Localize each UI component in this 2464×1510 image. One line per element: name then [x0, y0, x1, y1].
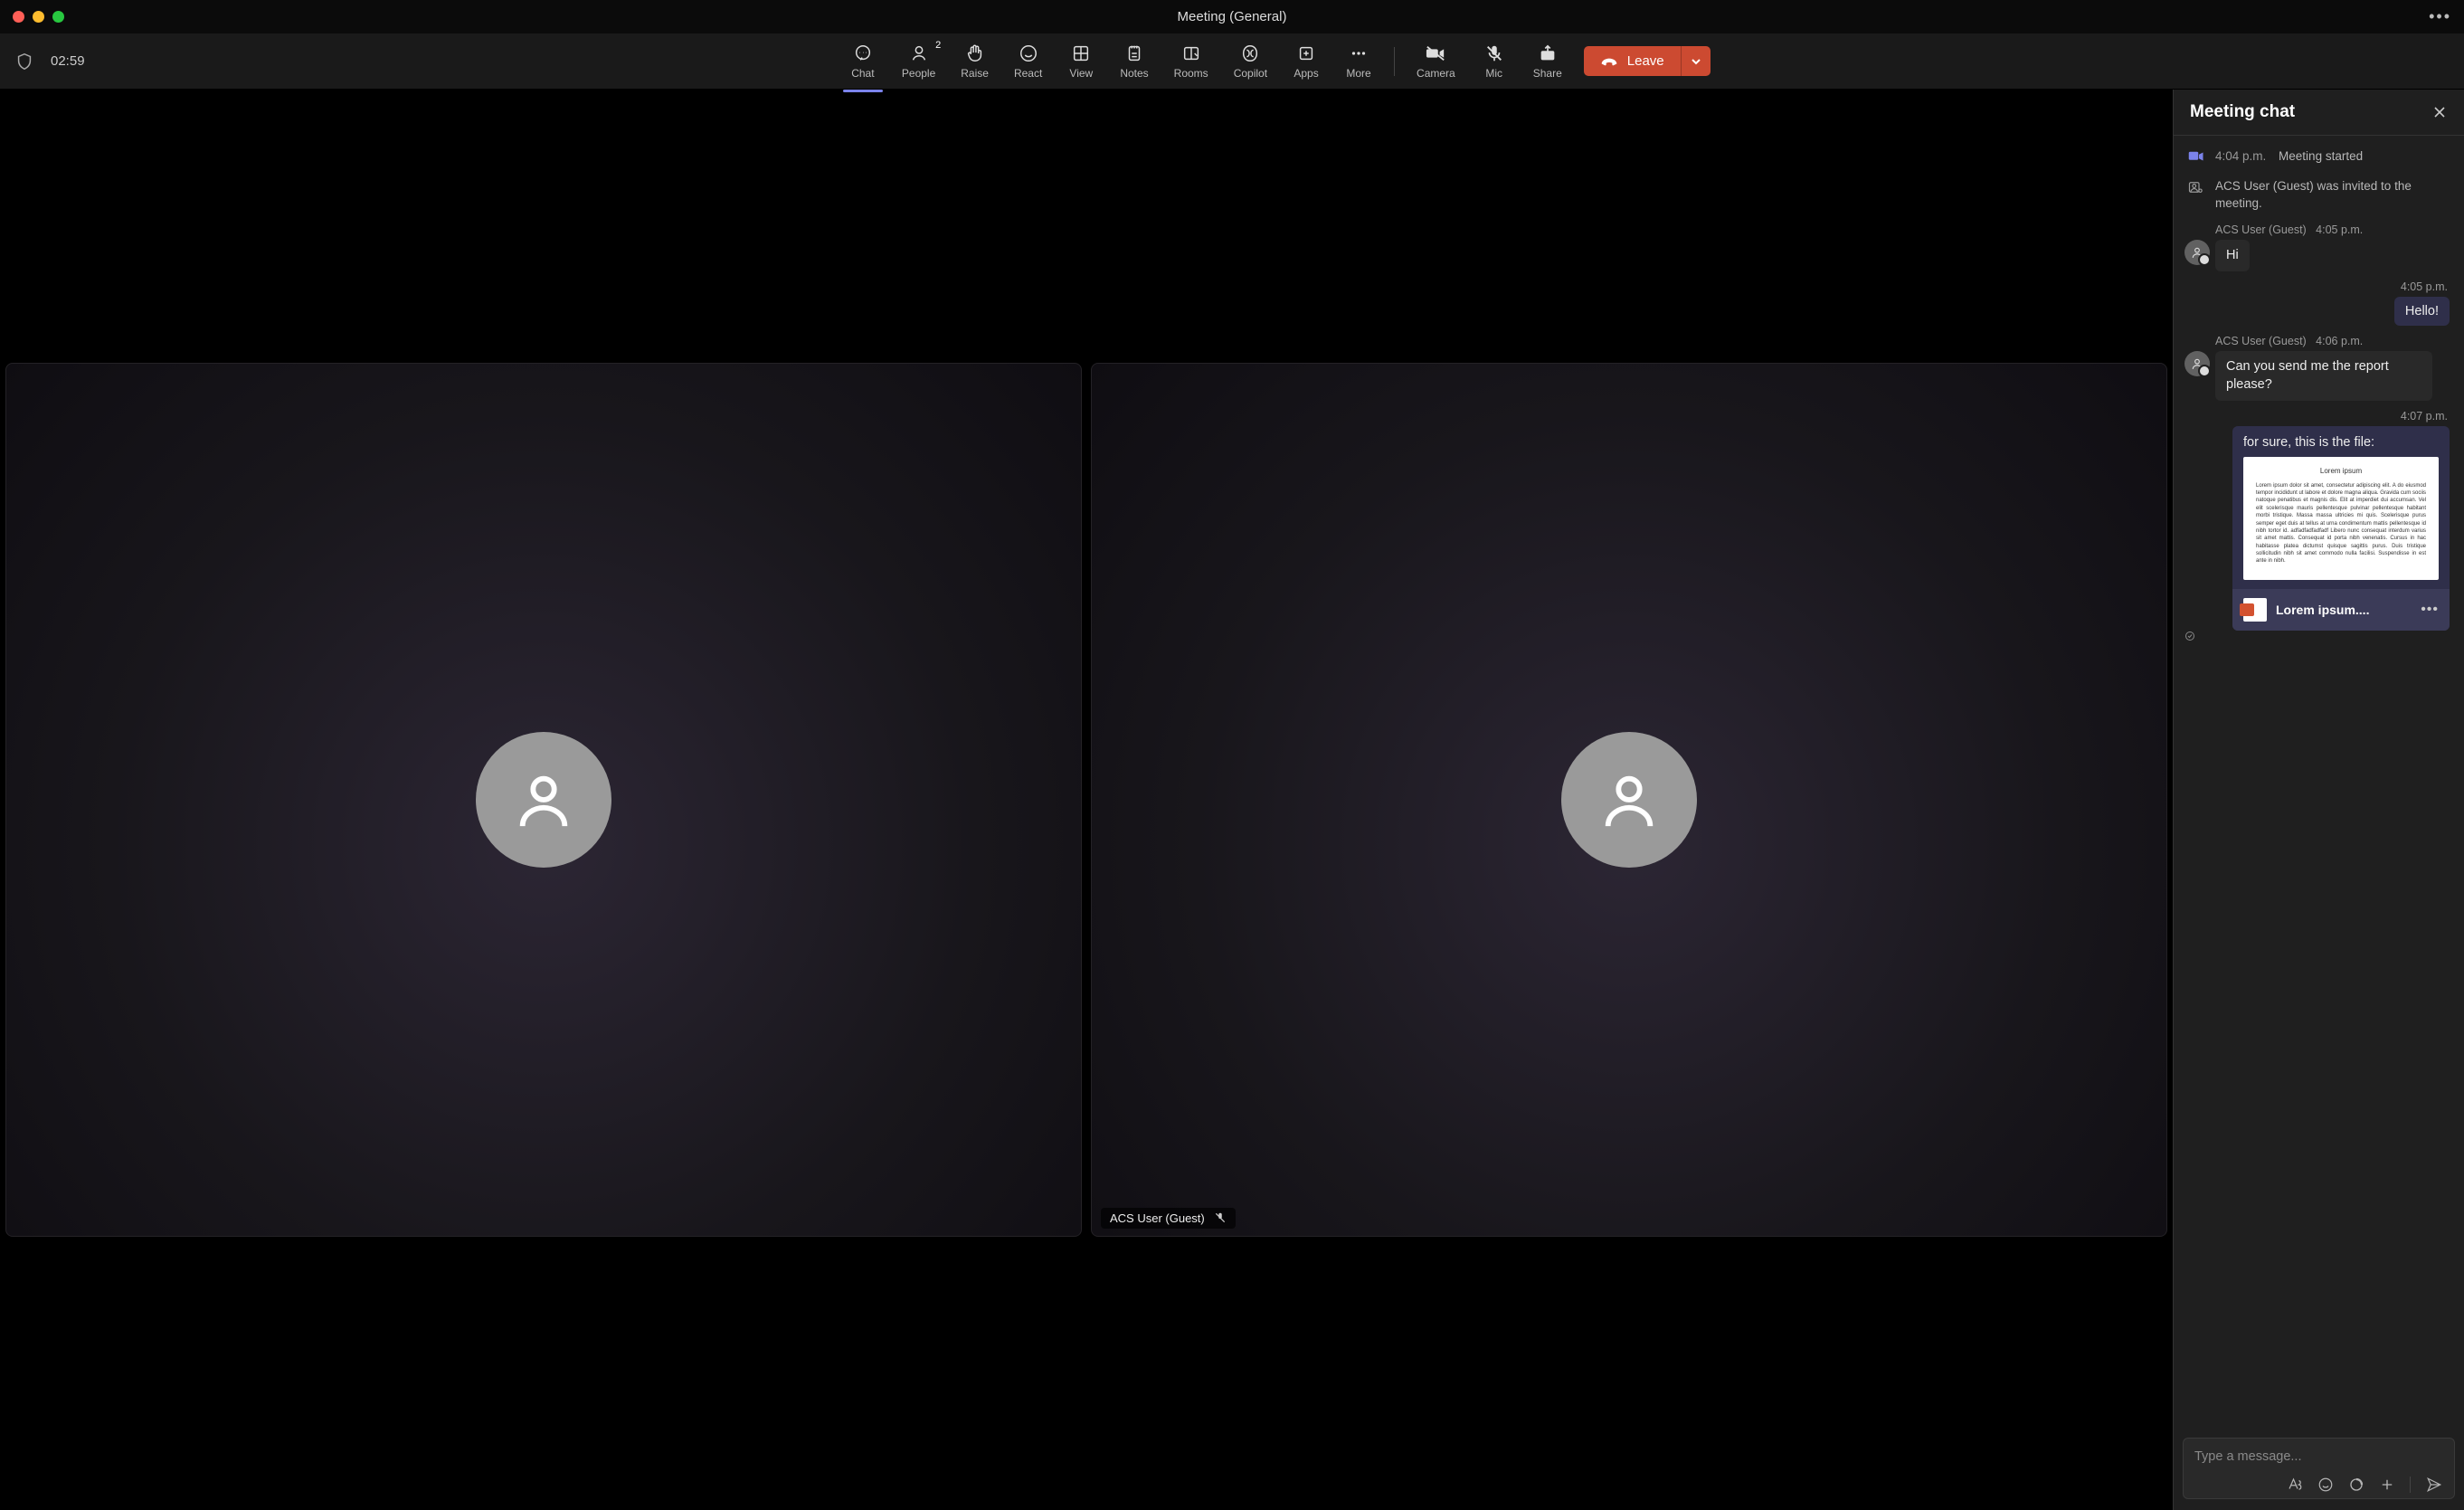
read-receipt-icon: [2184, 631, 2453, 641]
camera-off-icon: [1425, 43, 1446, 63]
window-close-button[interactable]: [13, 11, 24, 23]
chat-message-self: 4:07 p.m. for sure, this is the file: Lo…: [2181, 410, 2457, 641]
raise-hand-icon: [965, 43, 985, 63]
chat-panel: Meeting chat 4:04 p.m. Meeting started: [2173, 90, 2464, 1510]
people-count: 2: [935, 40, 941, 51]
format-button[interactable]: [2287, 1477, 2303, 1493]
avatar-icon: [476, 732, 611, 868]
attach-button[interactable]: [2379, 1477, 2395, 1493]
chat-message-self: 4:05 p.m. Hello!: [2181, 280, 2457, 326]
raise-button[interactable]: Raise: [948, 40, 1001, 83]
participant-tile-self[interactable]: [5, 363, 1082, 1237]
chat-message: ACS User (Guest) 4:06 p.m. Can you send …: [2181, 335, 2457, 401]
message-bubble[interactable]: Hello!: [2394, 297, 2450, 326]
message-input[interactable]: [2194, 1448, 2443, 1477]
participant-name: ACS User (Guest): [1110, 1211, 1205, 1225]
people-button[interactable]: 2 People: [889, 40, 948, 83]
camera-button[interactable]: Camera: [1404, 40, 1468, 83]
file-preview: Lorem ipsum Lorem ipsum dolor sit amet, …: [2243, 457, 2439, 579]
rooms-button[interactable]: Rooms: [1161, 40, 1221, 83]
mic-muted-icon: [1214, 1211, 1227, 1224]
leave-options-button[interactable]: [1681, 46, 1711, 76]
toolbar: 02:59 Chat 2 People Raise: [0, 33, 2464, 90]
participant-tile-guest[interactable]: ACS User (Guest): [1091, 363, 2167, 1237]
message-list[interactable]: 4:04 p.m. Meeting started ACS User (Gues…: [2174, 136, 2464, 1430]
avatar-icon: [2184, 351, 2210, 376]
apps-button[interactable]: Apps: [1280, 40, 1332, 83]
toolbar-separator: [1394, 47, 1395, 76]
system-message: 4:04 p.m. Meeting started: [2181, 147, 2457, 167]
people-icon: [909, 43, 929, 63]
panel-title: Meeting chat: [2190, 102, 2295, 122]
notes-button[interactable]: Notes: [1107, 40, 1161, 83]
message-composer: [2183, 1438, 2455, 1499]
leave-button[interactable]: Leave: [1584, 46, 1681, 76]
mic-button[interactable]: Mic: [1468, 40, 1521, 83]
notes-icon: [1124, 43, 1144, 63]
more-button[interactable]: More: [1332, 40, 1385, 83]
chat-icon: [853, 43, 873, 63]
window-minimize-button[interactable]: [33, 11, 44, 23]
emoji-button[interactable]: [2317, 1477, 2334, 1493]
rooms-icon: [1181, 43, 1201, 63]
send-button[interactable]: [2425, 1477, 2443, 1493]
chat-message: ACS User (Guest) 4:05 p.m. Hi: [2181, 223, 2457, 272]
titlebar: Meeting (General) •••: [0, 0, 2464, 33]
window-title: Meeting (General): [1178, 9, 1287, 24]
system-message: ACS User (Guest) was invited to the meet…: [2181, 176, 2457, 214]
apps-icon: [1296, 43, 1316, 63]
mic-off-icon: [1484, 43, 1504, 63]
chat-button[interactable]: Chat: [837, 40, 889, 83]
participant-name-pill: ACS User (Guest): [1101, 1208, 1236, 1229]
window-maximize-button[interactable]: [52, 11, 64, 23]
title-more-button[interactable]: •••: [2429, 7, 2451, 26]
shield-icon[interactable]: [14, 52, 34, 71]
video-stage: ACS User (Guest): [0, 90, 2173, 1510]
file-more-button[interactable]: •••: [2421, 602, 2439, 618]
meeting-timer: 02:59: [51, 53, 85, 69]
loop-button[interactable]: [2348, 1477, 2364, 1493]
message-bubble[interactable]: Can you send me the report please?: [2215, 351, 2432, 401]
camera-icon: [2188, 150, 2204, 163]
person-invite-icon: [2188, 180, 2204, 195]
react-button[interactable]: React: [1001, 40, 1055, 83]
chevron-down-icon: [1691, 56, 1701, 67]
copilot-icon: [1240, 43, 1260, 63]
file-attachment-card[interactable]: for sure, this is the file: Lorem ipsum …: [2232, 426, 2450, 630]
view-button[interactable]: View: [1055, 40, 1107, 83]
close-panel-button[interactable]: [2431, 104, 2448, 120]
avatar-icon: [2184, 240, 2210, 265]
powerpoint-icon: [2243, 598, 2267, 622]
avatar-icon: [1561, 732, 1697, 868]
message-bubble[interactable]: Hi: [2215, 240, 2250, 272]
file-name: Lorem ipsum....: [2276, 603, 2412, 617]
more-icon: [1349, 43, 1369, 63]
react-icon: [1019, 43, 1038, 63]
copilot-button[interactable]: Copilot: [1221, 40, 1280, 83]
hangup-icon: [1600, 55, 1618, 68]
share-button[interactable]: Share: [1521, 40, 1575, 83]
divider: [2410, 1477, 2411, 1493]
view-icon: [1071, 43, 1091, 63]
share-icon: [1538, 43, 1558, 63]
